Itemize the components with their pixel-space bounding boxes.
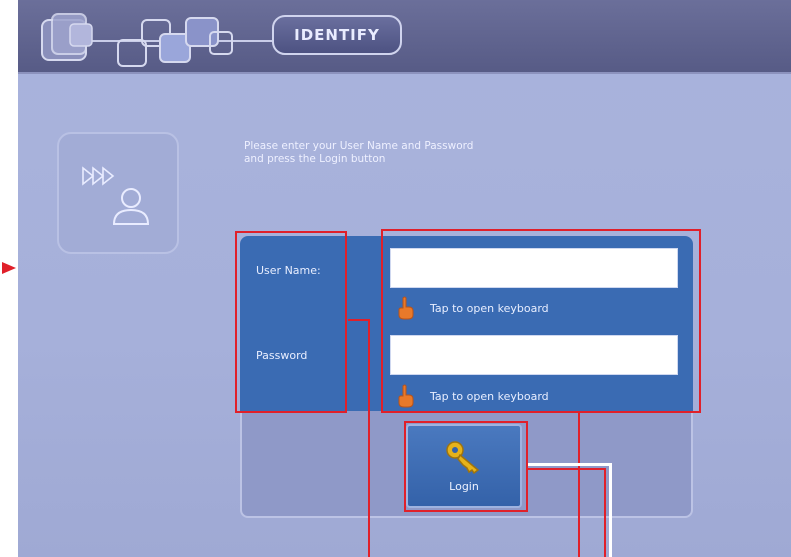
- instructions-line-1: Please enter your User Name and Password: [244, 140, 474, 152]
- pointing-hand-icon: [398, 296, 414, 320]
- instructions-text: Please enter your User Name and Password…: [244, 140, 574, 166]
- password-input[interactable]: [390, 335, 678, 375]
- user-icon: [112, 188, 150, 225]
- logo-squares-icon: [41, 13, 276, 67]
- username-input[interactable]: [390, 248, 678, 288]
- forward-arrows-icon: [82, 166, 115, 186]
- login-button[interactable]: Login: [406, 424, 522, 508]
- pointer-arrow-icon: [2, 262, 16, 274]
- keyboard-hint-label: Tap to open keyboard: [430, 389, 549, 403]
- page-title: IDENTIFY: [272, 15, 402, 55]
- password-keyboard-hint[interactable]: Tap to open keyboard: [396, 384, 549, 408]
- key-icon: [446, 440, 480, 474]
- username-keyboard-hint[interactable]: Tap to open keyboard: [396, 296, 549, 320]
- instructions-line-2: and press the Login button: [244, 153, 386, 165]
- username-label: User Name:: [256, 264, 321, 277]
- keyboard-hint-label: Tap to open keyboard: [430, 301, 549, 315]
- pointing-hand-icon: [398, 384, 414, 408]
- login-button-label: Login: [449, 479, 479, 493]
- user-avatar-card: [57, 132, 179, 254]
- header-bar: IDENTIFY: [18, 0, 791, 74]
- identify-screen: IDENTIFY Please enter your User Name and…: [18, 0, 791, 557]
- password-label: Password: [256, 349, 308, 362]
